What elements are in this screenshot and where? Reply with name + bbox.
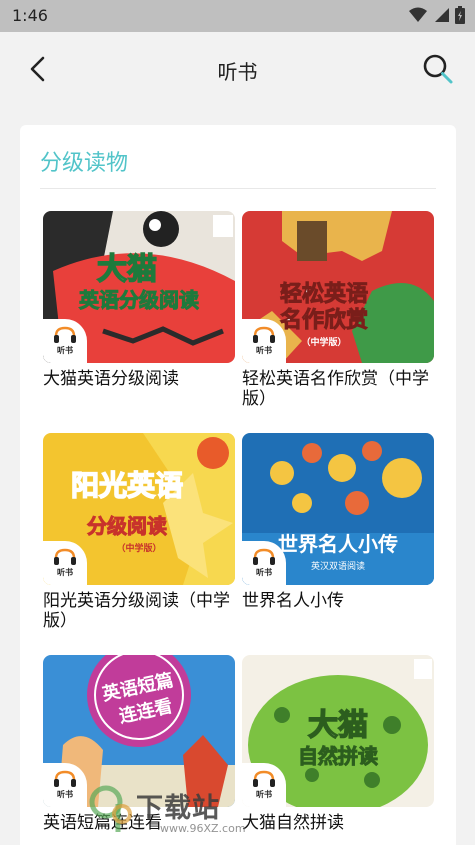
battery-icon [455,6,465,28]
graded-reading-card: 分级读物 大猫 英语分级阅读 听书 大猫英语分级阅读 轻松英语 名作欣赏 （中学… [20,125,456,845]
cover-subtitle-text: 英语分级阅读 [79,288,199,312]
wifi-icon [409,7,427,27]
cover-edition-text: （中学版） [301,336,346,348]
book-title[interactable]: 阳光英语分级阅读（中学版） [43,591,235,631]
search-icon[interactable] [421,52,455,86]
audio-badge: 听书 [242,541,286,585]
cover-title-text: 阳光英语 [71,469,183,502]
badge-label: 听书 [57,790,73,799]
badge-label: 听书 [57,568,73,577]
cover-title-text: 世界名人小传 [278,532,398,556]
book-item[interactable]: 阳光英语 分级阅读 （中学版） 听书 阳光英语分级阅读（中学版） [43,433,235,631]
book-item[interactable]: 世界名人小传 英汉双语阅读 听书 世界名人小传 [242,433,434,611]
cover-subtitle-text: 分级阅读 [87,514,167,538]
book-cover[interactable]: 大猫 英语分级阅读 听书 [43,211,235,363]
book-cover[interactable]: 阳光英语 分级阅读 （中学版） 听书 [43,433,235,585]
audio-badge: 听书 [43,541,87,585]
status-icons [409,6,465,28]
badge-label: 听书 [57,346,73,355]
book-cover[interactable]: 世界名人小传 英汉双语阅读 听书 [242,433,434,585]
badge-label: 听书 [256,790,272,799]
book-item[interactable]: 大猫 自然拼读 听书 大猫自然拼读 [242,655,434,833]
status-time: 1:46 [12,6,48,25]
book-title[interactable]: 轻松英语名作欣赏（中学版） [242,369,434,409]
book-cover[interactable]: 轻松英语 名作欣赏 （中学版） 听书 [242,211,434,363]
app-bar: 听书 [0,32,475,106]
book-item[interactable]: 大猫 英语分级阅读 听书 大猫英语分级阅读 [43,211,235,389]
status-bar: 1:46 [0,0,475,32]
cover-subtitle-text: 自然拼读 [298,744,378,768]
cover-title-text: 大猫 [97,252,157,287]
book-item[interactable]: 轻松英语 名作欣赏 （中学版） 听书 轻松英语名作欣赏（中学版） [242,211,434,409]
cover-subtitle-text: 名作欣赏 [280,307,368,333]
headphones-icon [53,770,77,788]
headphones-icon [252,770,276,788]
book-title[interactable]: 英语短篇连连看 [43,813,235,833]
headphones-icon [252,548,276,566]
book-title[interactable]: 世界名人小传 [242,591,434,611]
headphones-icon [252,326,276,344]
cover-title-text: 大猫 [308,708,368,743]
audio-badge: 听书 [242,319,286,363]
page-title: 听书 [217,60,258,84]
book-title[interactable]: 大猫英语分级阅读 [43,369,235,389]
headphones-icon [53,548,77,566]
divider [40,188,436,189]
badge-label: 听书 [256,346,272,355]
book-cover[interactable]: 英语短篇 连连看 听书 [43,655,235,807]
cover-edition-text: （中学版） [116,542,161,554]
audio-badge: 听书 [242,763,286,807]
book-title[interactable]: 大猫自然拼读 [242,813,434,833]
signal-icon [433,7,449,27]
book-item[interactable]: 英语短篇 连连看 听书 英语短篇连连看 [43,655,235,833]
book-cover[interactable]: 大猫 自然拼读 听书 [242,655,434,807]
section-title: 分级读物 [40,151,129,176]
audio-badge: 听书 [43,763,87,807]
cover-subtitle-text: 英汉双语阅读 [311,560,365,572]
badge-label: 听书 [256,568,272,577]
audio-badge: 听书 [43,319,87,363]
cover-title-text: 轻松英语 [280,281,368,307]
headphones-icon [53,326,77,344]
